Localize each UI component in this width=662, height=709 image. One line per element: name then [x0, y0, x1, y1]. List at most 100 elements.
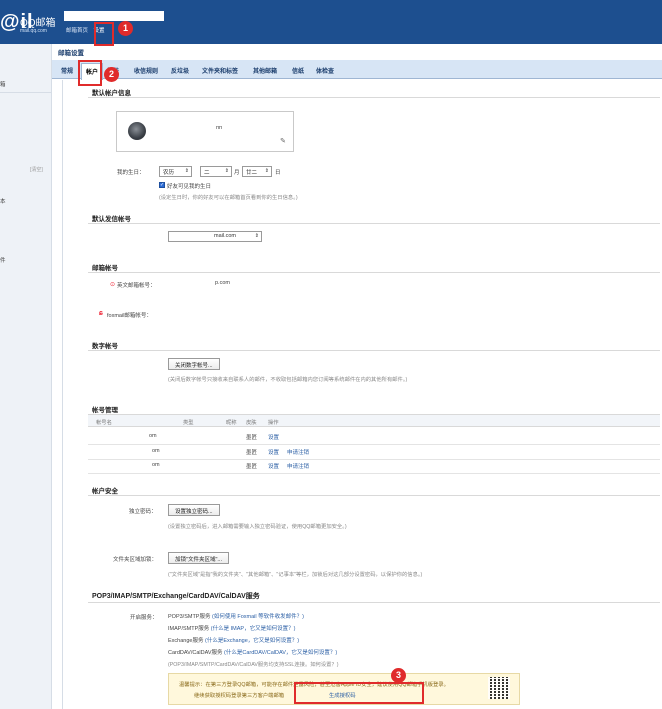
edit-pencil-icon[interactable]: ✎	[280, 137, 286, 145]
exchange-service-name: Exchange服务 (什么是Exchange，它又是如何设置？)	[168, 636, 299, 644]
mailbox-home-link[interactable]: 邮箱首页	[66, 28, 88, 34]
sidebar-divider	[0, 92, 52, 93]
day-select[interactable]: 廿二 ⇕	[242, 166, 272, 177]
section-divider	[88, 602, 660, 603]
user-name-mask	[64, 11, 164, 21]
sidebar-item[interactable]: 箱	[0, 80, 6, 88]
table-row-cancel-link[interactable]: 申请注销	[287, 448, 309, 456]
english-mailbox-value: p.com	[215, 280, 230, 286]
day-unit: 日	[275, 170, 281, 176]
profile-card[interactable]: пп ✎	[116, 111, 294, 152]
calendar-value: 农历	[163, 170, 175, 176]
annotation-badge-3: 3	[391, 668, 406, 683]
section-divider	[88, 272, 660, 273]
birthday-note: (设定生日时，你的好友可以在邮箱首页看到你的生日信息。)	[159, 195, 298, 201]
birthday-label: 我的生日：	[117, 170, 145, 176]
table-row-divider	[88, 473, 660, 474]
default-sender-value: mail.com	[214, 233, 237, 239]
sidebar-item[interactable]: 件	[0, 256, 6, 264]
english-mailbox-icon: ⊙	[110, 282, 116, 288]
set-password-button[interactable]: 设置独立密码...	[168, 504, 220, 516]
nickname: пп	[216, 125, 222, 131]
col-type: 类型	[183, 420, 194, 426]
section-divider	[88, 495, 660, 496]
friends-visible-label: 好友可见我的生日	[167, 184, 212, 190]
service-help-link[interactable]: (什么是Exchange，它又是如何设置？)	[205, 638, 299, 644]
section-divider	[88, 97, 660, 98]
table-row-skin: 墨匠	[246, 450, 258, 456]
settings-tabs: 常规 帐户 换肤 收信规则 反垃圾 文件夹和标签 其他邮箱 信纸 体检查	[52, 60, 662, 81]
table-row-divider	[88, 459, 660, 460]
month-select[interactable]: 二 ⇕	[200, 166, 232, 177]
qr-code	[488, 677, 510, 699]
col-account-name: 帐号名	[96, 420, 112, 426]
folder-lock-note: ("文件夹区域"是指"我的文件夹"、"其他邮箱"、"记事本"等栏，加锁后对这几部…	[168, 572, 423, 578]
independent-password-label: 独立密码：	[129, 509, 157, 515]
table-row-settings-link[interactable]: 设置	[268, 433, 279, 441]
tab-stationery[interactable]: 信纸	[292, 66, 304, 75]
section-divider	[88, 223, 660, 224]
qq-mail-logo-name: QQ邮箱	[20, 18, 56, 29]
pop3-service-name: POP3/SMTP服务 (如何使用 Foxmail 等软件收发邮件？)	[168, 612, 304, 620]
table-row-settings-link[interactable]: 设置	[268, 448, 279, 456]
annotation-badge-2: 2	[104, 67, 119, 82]
select-arrow-icon: ⇕	[224, 168, 229, 174]
password-note: (设置独立密码后，进入邮箱需要输入独立密码验证，使用QQ邮箱更加安全。)	[168, 524, 347, 530]
table-row-divider	[88, 444, 660, 445]
table-row-cancel-link[interactable]: 申请注销	[287, 462, 309, 470]
sidebar-item[interactable]: 本	[0, 197, 6, 205]
lock-folder-button[interactable]: 加锁"文件夹区域"...	[168, 552, 229, 564]
close-digital-account-button[interactable]: 关闭数字帐号...	[168, 358, 220, 370]
annotation-box-settings	[94, 22, 114, 46]
section-pop3-title: POP3/IMAP/SMTP/Exchange/CardDAV/CalDAV服务	[92, 593, 260, 600]
table-row-skin: 墨匠	[246, 464, 258, 470]
tab-anti-spam[interactable]: 反垃圾	[171, 66, 189, 75]
calendar-select[interactable]: 农历 ⇕	[159, 166, 192, 177]
tab-general[interactable]: 常规	[61, 66, 73, 75]
annotation-box-generate-code	[294, 682, 424, 704]
service-help-link[interactable]: (什么是CardDAV/CalDAV，它又是如何设置？)	[224, 650, 337, 656]
account-table-header: 帐号名 类型 昵称 皮肤 操作	[88, 414, 660, 427]
service-help-link[interactable]: (如何使用 Foxmail 等软件收发邮件？)	[212, 614, 304, 620]
annotation-badge-1: 1	[118, 21, 133, 36]
section-default-sender-title: 默认发信帐号	[92, 216, 131, 223]
tab-folders-labels[interactable]: 文件夹和标签	[202, 66, 238, 75]
foxmail-account-label: foxmail邮箱帐号：	[107, 313, 152, 319]
sidebar-clear-link[interactable]: [清空]	[30, 166, 43, 173]
left-sidebar: 箱 [清空] 本 件	[0, 44, 52, 709]
avatar[interactable]	[128, 122, 146, 140]
service-name: POP3/SMTP服务	[168, 614, 211, 620]
table-row-name: om	[152, 448, 160, 454]
table-row-name: om	[149, 433, 157, 439]
section-account-mgmt-title: 帐号管理	[92, 407, 118, 414]
section-default-account-title: 默认帐户信息	[92, 90, 131, 97]
tab-other-mailbox[interactable]: 其他邮箱	[253, 66, 277, 75]
select-arrow-icon: ⇕	[264, 168, 269, 174]
service-name: IMAP/SMTP服务	[168, 626, 210, 632]
tab-receive-rules[interactable]: 收信规则	[134, 66, 158, 75]
digital-account-note: (关闭后数字帐号只接收来自联系人的邮件，不收取包括邮箱内您订阅等系统邮件在内的其…	[168, 377, 408, 383]
month-value: 二	[204, 170, 210, 176]
table-row-skin: 墨匠	[246, 435, 258, 441]
select-arrow-icon: ⇕	[254, 233, 259, 239]
table-row-settings-link[interactable]: 设置	[268, 462, 279, 470]
table-row-name: om	[152, 462, 160, 468]
page-title: 邮箱设置	[58, 50, 84, 57]
col-skin: 皮肤	[246, 420, 257, 426]
friends-visible-checkbox[interactable]	[159, 182, 165, 188]
section-digital-account-title: 数字帐号	[92, 343, 118, 350]
default-sender-select[interactable]: mail.com ⇕	[168, 231, 262, 242]
service-help-link[interactable]: (什么是 IMAP，它又是如何设置？)	[211, 626, 296, 632]
annotation-box-account-tab	[78, 60, 102, 86]
qq-mail-logo-sub: mail.qq.com	[20, 28, 47, 34]
service-name: Exchange服务	[168, 638, 204, 644]
month-unit: 月	[234, 170, 240, 176]
foxmail-icon: ɕ	[99, 310, 103, 317]
service-name: CardDAV/CalDAV服务	[168, 650, 223, 656]
select-arrow-icon: ⇕	[184, 168, 189, 174]
tab-checkup[interactable]: 体检查	[316, 66, 334, 75]
folder-lock-label: 文件夹区域加锁：	[113, 557, 158, 563]
carddav-service-name: CardDAV/CalDAV服务 (什么是CardDAV/CalDAV，它又是如…	[168, 648, 337, 656]
enable-service-label: 开启服务：	[130, 615, 158, 621]
section-mailbox-account-title: 邮箱帐号	[92, 265, 118, 272]
